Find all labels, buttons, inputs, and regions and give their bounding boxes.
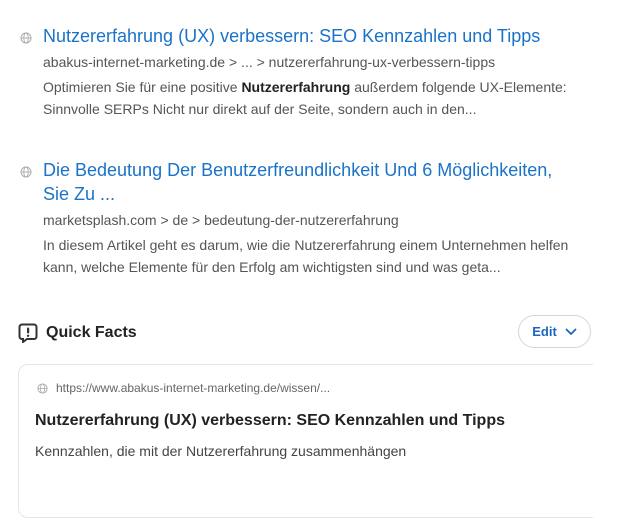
quick-facts-card[interactable]: https://www.abakus-internet-marketing.de… xyxy=(18,364,608,518)
search-result: Die Bedeutung Der Benutzerfreundlichkeit… xyxy=(20,158,580,278)
result-title-link[interactable]: Nutzererfahrung (UX) verbessern: SEO Ken… xyxy=(43,24,580,48)
result-url: marketsplash.com > de > bedeutung-der-nu… xyxy=(43,212,399,228)
globe-icon xyxy=(20,32,32,44)
quick-facts-title: Quick Facts xyxy=(46,324,137,341)
info-badge-icon xyxy=(18,323,38,343)
card-source: https://www.abakus-internet-marketing.de… xyxy=(37,381,330,395)
result-snippet: In diesem Artikel geht es darum, wie die… xyxy=(43,237,569,275)
globe-icon xyxy=(20,166,32,178)
chevron-down-icon xyxy=(565,328,577,335)
result-title-link[interactable]: Die Bedeutung Der Benutzerfreundlichkeit… xyxy=(43,158,580,206)
globe-icon xyxy=(37,382,48,394)
result-url: abakus-internet-marketing.de > ... > nut… xyxy=(43,54,496,70)
quick-facts-header: Quick Facts Edit xyxy=(18,315,593,348)
edit-button-label: Edit xyxy=(532,324,557,339)
card-text: Kennzahlen, die mit der Nutzererfahrung … xyxy=(35,443,407,459)
card-title: Nutzererfahrung (UX) verbessern: SEO Ken… xyxy=(35,412,505,429)
search-result: Nutzererfahrung (UX) verbessern: SEO Ken… xyxy=(20,24,580,120)
card-source-url[interactable]: https://www.abakus-internet-marketing.de… xyxy=(56,381,330,395)
result-snippet: Optimieren Sie für eine positive Nutzere… xyxy=(43,79,567,117)
edit-button[interactable]: Edit xyxy=(518,315,591,348)
card-overflow-mask xyxy=(593,356,631,531)
